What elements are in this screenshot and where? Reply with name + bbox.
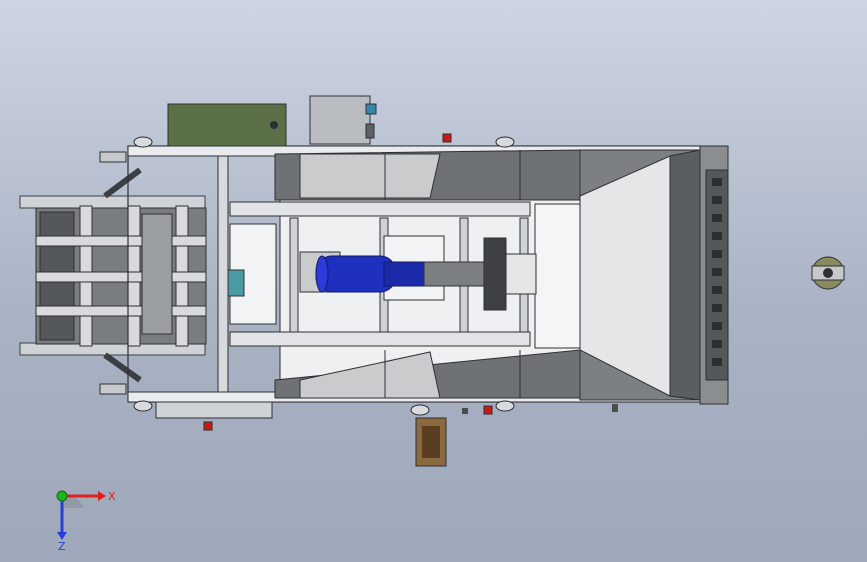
x-axis-arrow [98,491,106,501]
x-axis-label: X [108,490,116,503]
end-grille [699,145,729,405]
y-axis-dot [56,490,68,502]
left-rack [19,167,207,383]
z-axis-arrow [57,532,67,540]
detached-part[interactable] [811,256,845,290]
z-axis-label: Z [58,540,66,550]
machine-assembly[interactable] [19,95,729,467]
hopper [579,149,701,401]
cad-viewport[interactable] [0,0,867,562]
tank [309,95,377,145]
orientation-triad: X Z [56,490,116,550]
lower-component [415,417,447,467]
electrical-box [167,103,287,147]
